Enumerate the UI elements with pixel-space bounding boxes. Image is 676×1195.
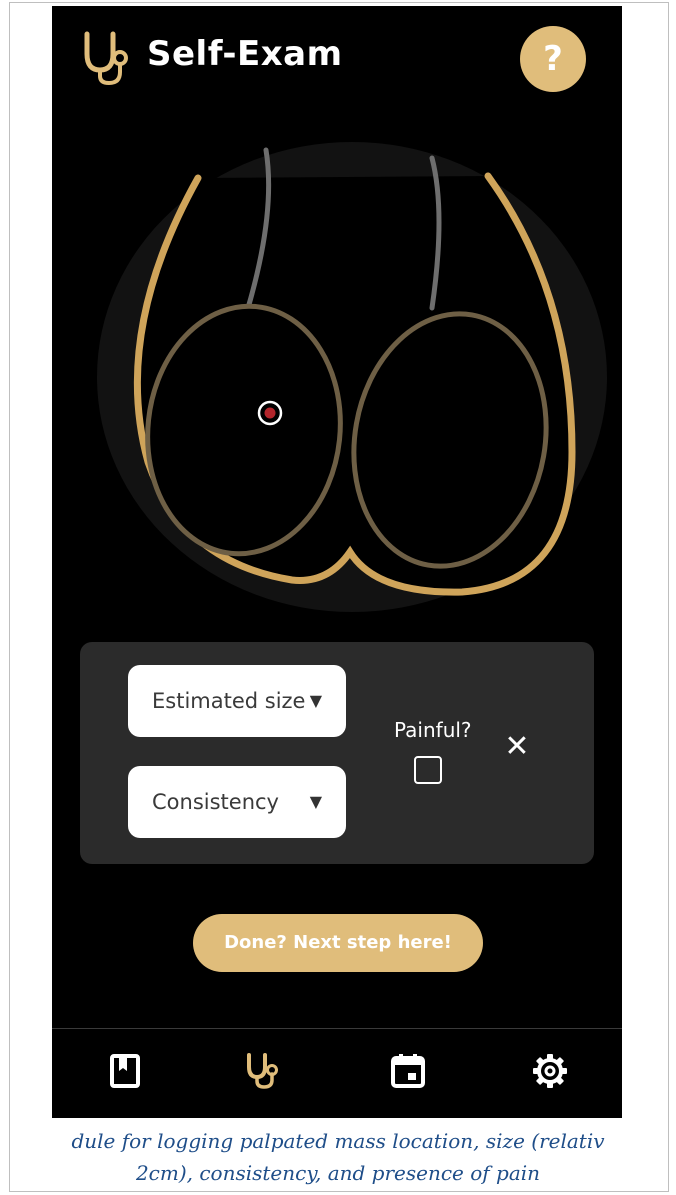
nav-settings[interactable] xyxy=(528,1049,572,1093)
journal-icon xyxy=(110,1054,140,1088)
painful-checkbox[interactable] xyxy=(414,756,442,784)
stethoscope-icon xyxy=(247,1053,278,1089)
app-header: Self-Exam ? xyxy=(52,6,622,116)
consistency-value: Consistency xyxy=(152,790,279,814)
consistency-dropdown[interactable]: Consistency ▼ xyxy=(128,766,346,838)
lump-details-panel: Estimated size ▼ Consistency ▼ Painful? ✕ xyxy=(80,642,594,864)
nav-journal[interactable] xyxy=(104,1049,148,1093)
lump-marker-dot xyxy=(264,407,276,419)
next-step-button[interactable]: Done? Next step here! xyxy=(193,914,483,972)
help-button[interactable]: ? xyxy=(520,26,586,92)
estimated-size-value: Estimated size xyxy=(152,689,306,713)
app-screen: Self-Exam ? Estimated size ▼ Consistency ▼… xyxy=(52,6,622,1118)
app-title: Self-Exam xyxy=(147,34,343,74)
figure-caption-line-2: 2cm), consistency, and presence of pain xyxy=(135,1161,541,1185)
estimated-size-dropdown[interactable]: Estimated size ▼ xyxy=(128,665,346,737)
dropdown-caret-icon: ▼ xyxy=(309,691,322,710)
dropdown-caret-icon: ▼ xyxy=(309,792,322,811)
bottom-navigation xyxy=(52,1029,622,1118)
calendar-icon xyxy=(391,1054,425,1088)
settings-gear-icon xyxy=(533,1054,567,1088)
painful-label: Painful? xyxy=(394,718,472,742)
nav-self-exam[interactable] xyxy=(242,1049,286,1093)
figure-caption-line-1: dule for logging palpated mass location,… xyxy=(71,1129,605,1153)
remove-lump-button[interactable]: ✕ xyxy=(500,730,534,764)
stethoscope-logo-icon xyxy=(84,31,128,86)
nav-calendar[interactable] xyxy=(386,1049,430,1093)
body-location-map[interactable] xyxy=(52,132,622,622)
